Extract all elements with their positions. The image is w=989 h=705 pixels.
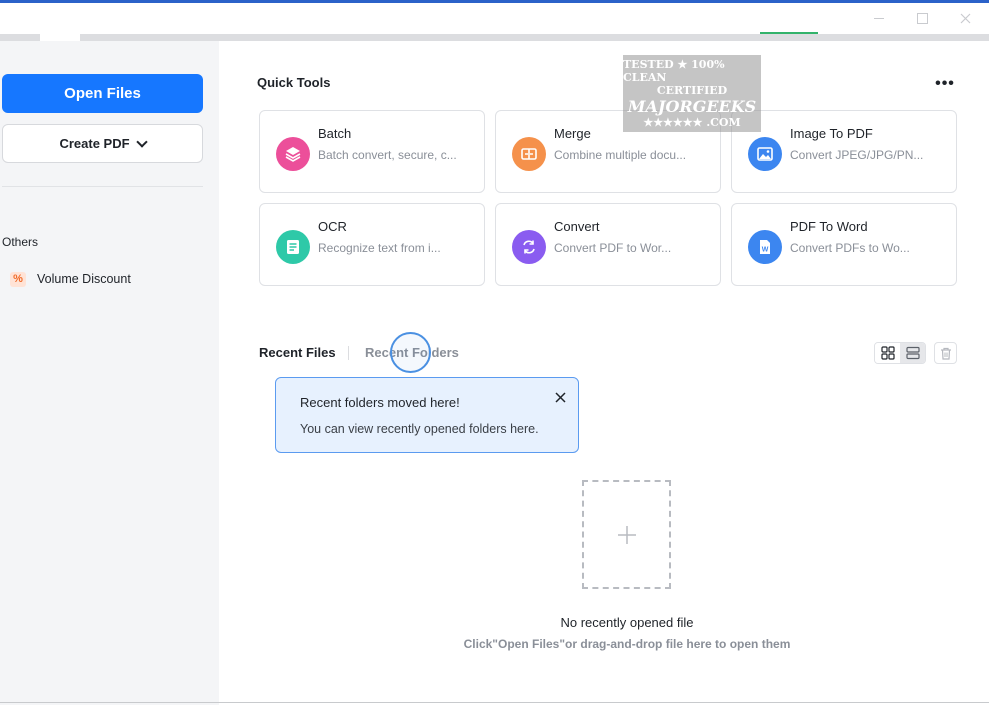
close-icon[interactable] [954, 8, 976, 28]
watermark-line: CERTIFIED [656, 83, 728, 97]
tool-card-ocr[interactable]: OCR Recognize text from i... [259, 203, 485, 286]
chevron-down-icon [135, 135, 148, 148]
sidebar-divider [2, 186, 203, 187]
convert-icon [512, 230, 546, 264]
sidebar: Open Files Create PDF Others % Volume Di… [0, 41, 219, 705]
active-tab-stub[interactable] [40, 30, 80, 41]
tool-card-image-to-pdf[interactable]: Image To PDF Convert JPEG/JPG/PN... [731, 110, 957, 193]
view-toggle [874, 342, 926, 364]
list-view-icon[interactable] [900, 343, 925, 363]
tool-card-description: Batch convert, secure, c... [318, 148, 457, 162]
tooltip-body: You can view recently opened folders her… [300, 422, 539, 436]
tab-strip [0, 34, 989, 41]
tool-card-title: PDF To Word [790, 219, 868, 234]
sidebar-item-label: Volume Discount [37, 272, 131, 286]
plus-icon [617, 525, 636, 544]
word-icon: W [748, 230, 782, 264]
tool-card-description: Convert PDFs to Wo... [790, 241, 910, 255]
watermark-line: MAJORGEEKS [627, 97, 757, 117]
minimize-icon[interactable] [868, 8, 890, 28]
tool-card-description: Combine multiple docu... [554, 148, 687, 162]
watermark-line: TESTED ★ 100% CLEAN [623, 57, 725, 84]
percent-icon: % [10, 271, 26, 287]
others-section-label: Others [2, 235, 39, 249]
recent-folders-tooltip: Recent folders moved here! You can view … [275, 377, 579, 453]
tool-card-title: Merge [554, 126, 591, 141]
image-icon [748, 137, 782, 171]
tab-indicator [760, 32, 818, 34]
sidebar-item-volume-discount[interactable]: % Volume Discount [10, 269, 131, 289]
empty-state-title: No recently opened file [560, 615, 694, 630]
tooltip-title: Recent folders moved here! [300, 395, 460, 410]
ocr-icon [276, 230, 310, 264]
watermark-line: ★★★★★★ .COM [643, 116, 741, 130]
drop-zone[interactable] [582, 480, 671, 589]
tool-card-pdf-to-word[interactable]: W PDF To Word Convert PDFs to Wo... [731, 203, 957, 286]
grid-view-icon[interactable] [875, 343, 900, 363]
tab-recent-files[interactable]: Recent Files [259, 345, 336, 360]
tool-card-title: Convert [554, 219, 600, 234]
tab-separator [348, 346, 349, 360]
click-indicator [390, 332, 431, 373]
merge-icon [512, 137, 546, 171]
tool-card-title: OCR [318, 219, 347, 234]
close-icon[interactable] [552, 389, 568, 405]
create-pdf-label: Create PDF [59, 136, 130, 151]
tool-card-title: Batch [318, 126, 352, 141]
tool-card-title: Image To PDF [790, 126, 873, 141]
tool-card-batch[interactable]: Batch Batch convert, secure, c... [259, 110, 485, 193]
majorgeeks-watermark: TESTED ★ 100% CLEAN CERTIFIED MAJORGEEKS… [623, 55, 761, 132]
maximize-icon[interactable] [911, 8, 933, 28]
title-bar [0, 3, 989, 34]
open-files-button[interactable]: Open Files [2, 74, 203, 113]
layers-icon [276, 137, 310, 171]
trash-icon[interactable] [934, 342, 957, 364]
svg-text:W: W [762, 247, 769, 254]
tool-card-description: Convert JPEG/JPG/PN... [790, 148, 924, 162]
more-dots-icon[interactable]: ••• [933, 75, 957, 92]
open-files-label: Open Files [64, 85, 141, 102]
tool-card-description: Convert PDF to Wor... [554, 241, 672, 255]
quick-tools-title: Quick Tools [257, 75, 331, 90]
bottom-border [0, 702, 989, 703]
empty-state-hint: Click"Open Files"or drag-and-drop file h… [463, 637, 791, 651]
tool-card-convert[interactable]: Convert Convert PDF to Wor... [495, 203, 721, 286]
create-pdf-button[interactable]: Create PDF [2, 124, 203, 163]
tool-card-description: Recognize text from i... [318, 241, 441, 255]
